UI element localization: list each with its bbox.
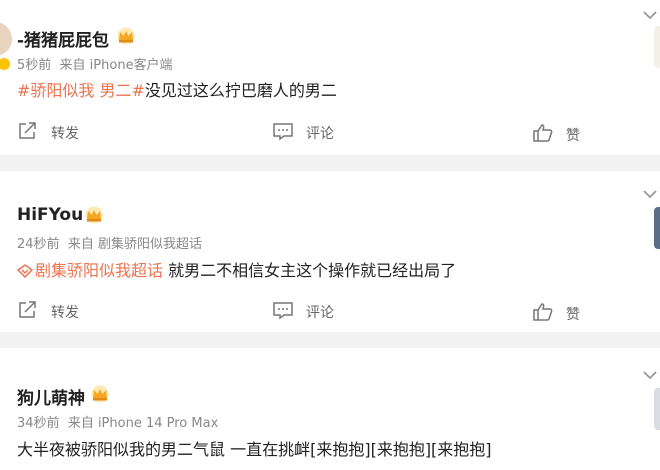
crown-icon	[85, 206, 103, 224]
post-content: #骄阳似我 男二#没见过这么拧巴磨人的男二	[17, 77, 337, 101]
like-icon	[533, 124, 553, 142]
comment-label: 评论	[306, 305, 334, 321]
avatar[interactable]	[0, 22, 12, 56]
topic-tag[interactable]: #骄阳似我 男二#	[17, 81, 145, 100]
like-label: 赞	[566, 307, 580, 323]
username[interactable]: -猪猪屁屁包	[17, 26, 109, 51]
super-topic-label: 剧集骄阳似我超话	[35, 261, 164, 280]
post-card: HiFYou 24秒前 来自 剧集骄阳似我超话 剧集骄阳似我超话 就男二不相信女…	[0, 171, 660, 332]
super-topic-icon	[17, 264, 33, 278]
chevron-down-icon[interactable]	[642, 370, 658, 380]
comment-label: 评论	[306, 126, 334, 142]
post-meta: 5秒前 来自 iPhone客户端	[17, 54, 173, 73]
post-separator	[0, 332, 660, 348]
username[interactable]: HiFYou	[17, 205, 83, 225]
post-text: 大半夜被骄阳似我的男二气鼠 一直在挑衅[来抱抱][来抱抱][来抱抱]	[17, 440, 492, 459]
image-thumbnail-edge	[654, 26, 660, 68]
crown-icon	[91, 385, 109, 403]
image-thumbnail-edge	[654, 207, 660, 249]
chevron-down-icon[interactable]	[642, 189, 658, 199]
post-time: 34秒前	[17, 416, 60, 431]
super-topic-link[interactable]: 剧集骄阳似我超话	[17, 261, 163, 280]
post-card: -猪猪屁屁包 5秒前 来自 iPhone客户端 #骄阳似我 男二#没见过这么拧巴…	[0, 0, 660, 155]
weibo-feed: -猪猪屁屁包 5秒前 来自 iPhone客户端 #骄阳似我 男二#没见过这么拧巴…	[0, 0, 660, 470]
post-meta: 34秒前 来自 iPhone 14 Pro Max	[17, 412, 218, 431]
post-source[interactable]: 来自 iPhone 14 Pro Max	[68, 416, 218, 431]
post-text: 没见过这么拧巴磨人的男二	[144, 81, 337, 100]
post-source[interactable]: 来自 剧集骄阳似我超话	[68, 237, 202, 252]
like-icon	[533, 303, 553, 321]
username[interactable]: 狗儿萌神	[17, 384, 85, 409]
comment-icon	[273, 123, 293, 141]
post-text: 就男二不相信女主这个操作就已经出局了	[163, 261, 457, 280]
repost-label: 转发	[51, 126, 79, 142]
verified-badge	[0, 56, 12, 72]
image-thumbnail-edge	[654, 388, 660, 430]
post-content: 剧集骄阳似我超话 就男二不相信女主这个操作就已经出局了	[17, 257, 456, 281]
crown-icon	[117, 27, 135, 45]
post-time: 5秒前	[17, 58, 52, 73]
post-time: 24秒前	[17, 237, 60, 252]
repost-icon	[19, 301, 36, 318]
comment-icon	[273, 302, 293, 320]
post-source[interactable]: 来自 iPhone客户端	[60, 58, 173, 73]
repost-icon	[19, 122, 36, 139]
post-meta: 24秒前 来自 剧集骄阳似我超话	[17, 233, 202, 252]
post-separator	[0, 155, 660, 171]
like-label: 赞	[566, 128, 580, 144]
post-card: 狗儿萌神 34秒前 来自 iPhone 14 Pro Max 大半夜被骄阳似我的…	[0, 348, 660, 470]
chevron-down-icon[interactable]	[642, 10, 658, 20]
post-content: 大半夜被骄阳似我的男二气鼠 一直在挑衅[来抱抱][来抱抱][来抱抱]	[17, 436, 492, 460]
repost-label: 转发	[51, 305, 79, 321]
